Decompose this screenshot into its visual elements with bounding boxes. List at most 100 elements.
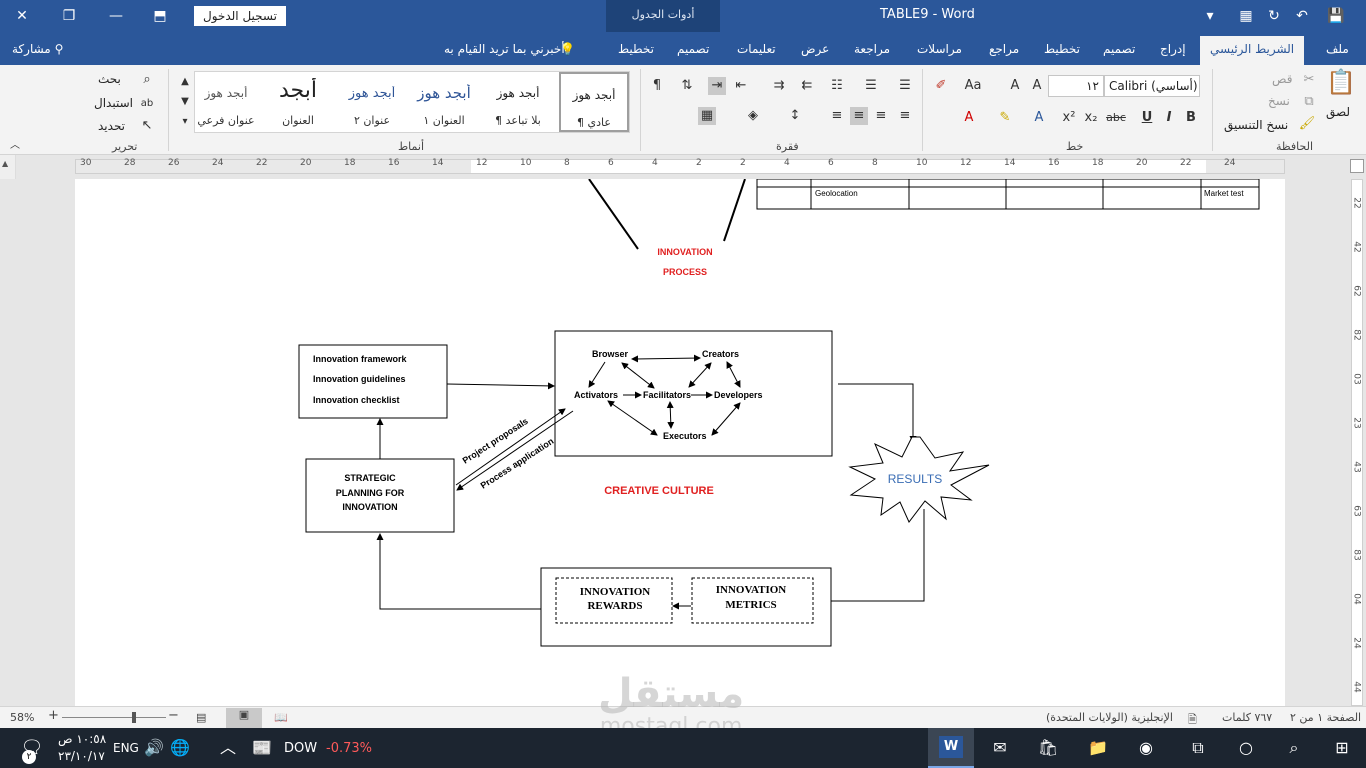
increase-indent-icon[interactable]: ⇉ xyxy=(770,77,788,95)
superscript-icon[interactable]: x² xyxy=(1060,109,1078,127)
shading-icon[interactable]: ◈ xyxy=(744,107,762,125)
tell-me-search[interactable]: أخبرني بما تريد القيام به xyxy=(444,42,565,56)
pilcrow-icon[interactable]: ¶ xyxy=(648,77,666,95)
gallery-up-icon[interactable]: ▲ xyxy=(176,73,194,91)
strikethrough-icon[interactable]: abc xyxy=(1104,109,1128,127)
table-icon[interactable]: ▦ xyxy=(1234,5,1258,27)
font-size-select[interactable]: ١٢ xyxy=(1048,75,1104,97)
qat-customize-icon[interactable]: ▾ xyxy=(1198,5,1222,27)
tab-file[interactable]: ملف xyxy=(1326,42,1349,56)
decrease-indent-icon[interactable]: ⇇ xyxy=(798,77,816,95)
horizontal-ruler[interactable]: 30 28 26 24 22 20 18 16 14 12 10 8 6 4 2 2 4 6 8 10 12 14 16 18… xyxy=(0,155,1366,179)
stock-change[interactable]: -0.73% xyxy=(326,741,372,756)
italic-icon[interactable]: I xyxy=(1160,109,1178,127)
style-heading2[interactable]: أبجد هوز عنوان ٢ xyxy=(341,72,403,132)
tab-mailings[interactable]: مراسلات xyxy=(917,42,962,56)
zoom-out-icon[interactable]: − xyxy=(168,708,179,723)
align-right-icon[interactable]: ≡ xyxy=(896,107,914,125)
numbering-icon[interactable]: ☰ xyxy=(862,77,880,95)
format-painter-icon[interactable]: 🖌 xyxy=(1298,115,1316,133)
rtl-icon[interactable]: ⇤ xyxy=(732,77,750,95)
task-view-icon[interactable]: ⧉ xyxy=(1186,736,1210,760)
cortana-icon[interactable]: ○ xyxy=(1234,736,1258,760)
paste-button[interactable]: لصق xyxy=(1326,105,1350,119)
bullets-icon[interactable]: ☰ xyxy=(896,77,914,95)
minimize-icon[interactable]: — xyxy=(104,5,128,27)
word-count[interactable]: ٧٦٧ كلمات xyxy=(1222,711,1272,724)
sort-icon[interactable]: ⇅ xyxy=(678,77,696,95)
document-area[interactable]: Geolocation Market test INNOVATION PROCE… xyxy=(0,179,1348,706)
font-color-icon[interactable]: A xyxy=(960,109,978,127)
collapse-ribbon-icon[interactable]: ︿ xyxy=(6,137,24,155)
tab-references[interactable]: مراجع xyxy=(989,42,1019,56)
tab-table-layout[interactable]: تخطيط xyxy=(618,42,654,56)
network-icon[interactable]: 🌐 xyxy=(168,736,192,760)
share-button[interactable]: مشاركة ⚲ xyxy=(12,42,63,56)
stock-ticker[interactable]: DOW xyxy=(284,741,317,756)
store-icon[interactable]: 🛍 xyxy=(1036,736,1060,760)
style-normal[interactable]: أبجد هوز ¶ عادي xyxy=(559,72,629,132)
gallery-more-icon[interactable]: ▾ xyxy=(176,113,194,131)
clock-date[interactable]: ٢٣/١٠/١٧ xyxy=(58,749,105,763)
chevron-up-icon[interactable]: ︿ xyxy=(216,736,240,760)
scroll-up-icon[interactable]: ▲ xyxy=(2,159,8,168)
text-effects-icon[interactable]: A xyxy=(1030,109,1048,127)
copy-button[interactable]: نسخ xyxy=(1268,94,1290,108)
print-layout-icon[interactable]: ▣ xyxy=(226,708,262,728)
language-indicator[interactable]: الإنجليزية (الولايات المتحدة) xyxy=(1046,711,1173,724)
copy-icon[interactable]: ⧉ xyxy=(1300,93,1318,111)
web-layout-icon[interactable]: ▤ xyxy=(196,711,206,724)
tab-design[interactable]: تصميم xyxy=(1103,42,1135,56)
select-button[interactable]: تحديد xyxy=(98,119,125,133)
ruler-toggle[interactable] xyxy=(1350,159,1364,173)
ltr-icon[interactable]: ⇥ xyxy=(708,77,726,95)
cut-icon[interactable]: ✂ xyxy=(1300,71,1318,89)
undo-icon[interactable]: ↶ xyxy=(1290,5,1314,27)
file-explorer-icon[interactable]: 📁 xyxy=(1086,736,1110,760)
multilevel-list-icon[interactable]: ☷ xyxy=(828,77,846,95)
signin-button[interactable]: تسجيل الدخول xyxy=(194,6,286,26)
document-page[interactable]: Geolocation Market test INNOVATION PROCE… xyxy=(75,179,1285,706)
style-heading1[interactable]: أبجد هوز العنوان ١ xyxy=(413,72,475,132)
stock-widget-icon[interactable]: 📰 xyxy=(250,736,274,760)
bold-icon[interactable]: B xyxy=(1182,109,1200,127)
search-icon[interactable]: ⌕ xyxy=(1282,736,1306,760)
subscript-icon[interactable]: x₂ xyxy=(1082,109,1100,127)
volume-icon[interactable]: 🔊 xyxy=(142,736,166,760)
tab-insert[interactable]: إدراج xyxy=(1160,42,1186,56)
windows-start-icon[interactable]: ⊞ xyxy=(1330,736,1354,760)
zoom-level[interactable]: 58% xyxy=(10,711,34,724)
read-mode-icon[interactable]: 📖 xyxy=(274,711,288,724)
shrink-font-icon[interactable]: A xyxy=(1006,77,1024,95)
align-left-icon[interactable]: ≡ xyxy=(850,107,868,125)
zoom-slider-thumb[interactable] xyxy=(132,712,136,723)
page-indicator[interactable]: الصفحة ١ من ٢ xyxy=(1290,711,1361,724)
ribbon-display-icon[interactable]: ⬒ xyxy=(148,5,172,27)
tab-view[interactable]: عرض xyxy=(801,42,829,56)
cut-button[interactable]: قص xyxy=(1272,72,1292,86)
tab-table-design[interactable]: تصميم xyxy=(677,42,709,56)
zoom-slider[interactable] xyxy=(62,712,166,723)
line-spacing-icon[interactable]: ↕ xyxy=(786,107,804,125)
change-case-icon[interactable]: Aa xyxy=(964,77,982,95)
format-painter-button[interactable]: نسخ التنسيق xyxy=(1224,118,1288,132)
borders-icon[interactable]: ▦ xyxy=(698,107,716,125)
find-button[interactable]: بحث xyxy=(98,72,121,86)
mail-icon[interactable]: ✉ xyxy=(988,736,1012,760)
tab-review[interactable]: مراجعة xyxy=(854,42,890,56)
justify-icon[interactable]: ≡ xyxy=(828,107,846,125)
save-icon[interactable]: 💾 xyxy=(1324,5,1348,27)
edge-icon[interactable]: ◉ xyxy=(1134,736,1158,760)
highlight-icon[interactable]: ✎ xyxy=(996,109,1014,127)
gallery-down-icon[interactable]: ▼ xyxy=(176,93,194,111)
clock-time[interactable]: ١٠:٥٨ ص xyxy=(58,732,106,746)
zoom-in-icon[interactable]: + xyxy=(48,708,59,723)
language-indicator[interactable]: ENG xyxy=(113,741,139,755)
style-subtitle[interactable]: أبجد هوز عنوان فرعي xyxy=(195,72,257,132)
restore-icon[interactable]: ❐ xyxy=(57,5,81,27)
word-taskbar-button[interactable]: W xyxy=(928,728,974,768)
tab-help[interactable]: تعليمات xyxy=(737,42,776,56)
replace-button[interactable]: استبدال xyxy=(94,96,133,110)
style-title[interactable]: أبجد العنوان xyxy=(267,72,329,132)
center-icon[interactable]: ≡ xyxy=(872,107,890,125)
